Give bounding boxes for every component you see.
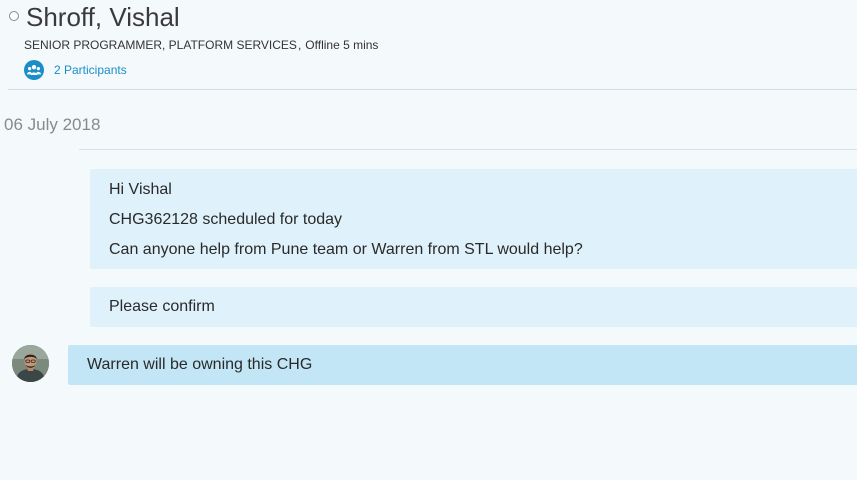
subtitle-separator: , xyxy=(297,38,302,52)
message-text: Can anyone help from Pune team or Warren… xyxy=(109,241,583,258)
message-bubble-incoming[interactable]: Warren will be owning this CHG xyxy=(68,345,857,385)
job-title: SENIOR PROGRAMMER, PLATFORM SERVICES xyxy=(24,38,297,52)
offline-status-icon xyxy=(9,11,19,21)
message-text: Please confirm xyxy=(109,298,215,315)
participants-label[interactable]: 2 Participants xyxy=(54,63,127,77)
date-divider xyxy=(79,149,857,150)
participants-icon[interactable] xyxy=(24,59,44,80)
contact-name[interactable]: Shroff, Vishal xyxy=(26,2,180,33)
participants-button[interactable]: 2 Participants xyxy=(24,59,127,80)
message-text: Hi Vishal xyxy=(109,181,172,198)
message-bubble-outgoing[interactable]: Hi Vishal CHG362128 scheduled for today … xyxy=(90,169,857,269)
conversation-window: Shroff, Vishal SENIOR PROGRAMMER, PLATFO… xyxy=(0,0,857,480)
contact-subtitle: SENIOR PROGRAMMER, PLATFORM SERVICES, Off… xyxy=(24,38,378,52)
message-text: Warren will be owning this CHG xyxy=(87,356,313,373)
contact-avatar[interactable] xyxy=(12,345,49,382)
message-text: CHG362128 scheduled for today xyxy=(109,211,343,228)
message-bubble-outgoing[interactable]: Please confirm xyxy=(90,287,857,327)
presence-status: Offline 5 mins xyxy=(305,38,379,52)
header-divider xyxy=(8,89,857,90)
date-separator-label: 06 July 2018 xyxy=(4,115,101,134)
